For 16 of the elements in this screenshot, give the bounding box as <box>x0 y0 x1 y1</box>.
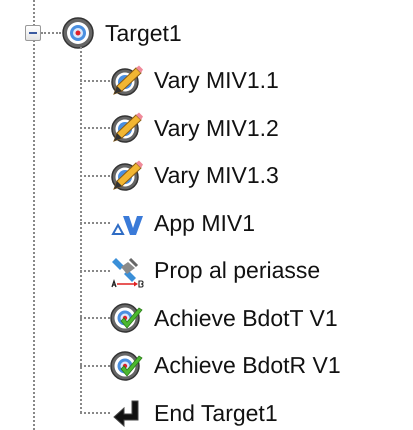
tree-item-label[interactable]: App MIV1 <box>154 210 255 237</box>
tree-item-label[interactable]: Prop al periasse <box>154 257 320 284</box>
tree-item-label[interactable]: Achieve BdotR V1 <box>154 352 341 380</box>
tree-item-label[interactable]: Achieve BdotT V1 <box>154 304 338 332</box>
target-icon <box>61 16 95 50</box>
tree-item-label[interactable]: Target1 <box>105 20 182 46</box>
target-check-icon <box>110 348 144 383</box>
collapse-toggle[interactable] <box>25 25 41 41</box>
tree-item-label[interactable]: End Target1 <box>154 400 278 427</box>
tree-item-label[interactable]: Vary MIV1.2 <box>154 114 279 142</box>
tree-item-label[interactable]: Vary MIV1.3 <box>154 162 279 190</box>
tree-item-label[interactable]: Vary MIV1.1 <box>154 67 279 94</box>
target-pencil-icon <box>110 158 144 193</box>
target-pencil-icon <box>110 111 144 146</box>
target-check-icon <box>110 301 144 336</box>
target-pencil-icon <box>110 64 144 98</box>
